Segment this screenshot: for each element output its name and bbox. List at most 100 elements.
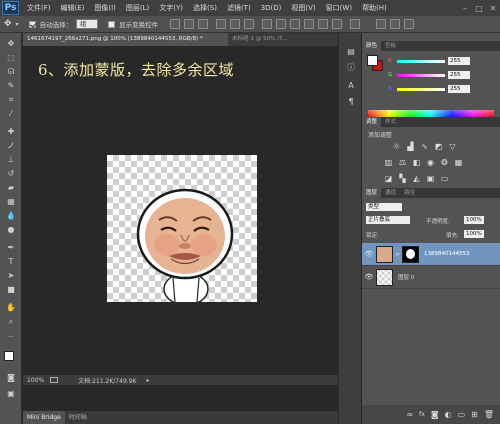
tab-swatches[interactable]: 色板 <box>381 41 400 51</box>
levels-icon[interactable]: ▟ <box>406 142 415 151</box>
brightness-icon[interactable]: ☼ <box>392 142 401 151</box>
distribute-left-icon[interactable] <box>304 19 315 29</box>
threshold-icon[interactable]: ◭ <box>412 174 421 183</box>
tab-channels[interactable]: 通道 <box>381 188 400 198</box>
red-slider[interactable] <box>397 60 445 63</box>
menu-file[interactable]: 文件(F) <box>22 3 56 13</box>
history-panel-icon[interactable]: ▤ <box>346 47 356 57</box>
distribute-vcenter-icon[interactable] <box>276 19 287 29</box>
link-layers-icon[interactable]: ∞ <box>406 410 413 419</box>
pen-tool-icon[interactable]: ✒ <box>6 243 16 253</box>
tab-paths[interactable]: 路径 <box>400 188 419 198</box>
type-tool-icon[interactable]: T <box>6 257 16 267</box>
lasso-tool-icon[interactable]: ᘏ <box>6 67 16 77</box>
layer-mask-thumbnail[interactable] <box>402 245 419 263</box>
layer-name[interactable]: 图层 0 <box>398 273 414 281</box>
blend-mode-dropdown[interactable]: 正片叠底 <box>366 216 410 224</box>
menu-3d[interactable]: 3D(D) <box>256 4 287 12</box>
show-transform-checkbox[interactable] <box>108 20 116 28</box>
auto-align-icon[interactable] <box>350 19 361 29</box>
color-fg-swatch[interactable] <box>367 55 378 66</box>
trash-icon[interactable]: 🗑 <box>484 410 494 419</box>
align-top-icon[interactable] <box>170 19 181 29</box>
properties-panel-icon[interactable]: ⓘ <box>346 63 356 73</box>
screen-mode-icon[interactable]: ▣ <box>6 389 16 399</box>
exposure-icon[interactable]: ◩ <box>434 142 443 151</box>
tab-timeline[interactable]: 时间轴 <box>65 411 91 424</box>
3d-roll-icon[interactable] <box>404 19 415 29</box>
layer-row-selected[interactable]: 👁 ∞ 1389840144553 <box>362 243 500 266</box>
auto-select-target-dropdown[interactable]: 组 <box>76 19 99 29</box>
brush-tool-icon[interactable]: ノ <box>6 141 16 151</box>
selective-color-icon[interactable]: ▣ <box>426 174 435 183</box>
eye-icon[interactable]: 👁 <box>362 273 376 281</box>
new-adjustment-icon[interactable]: ◐ <box>445 410 452 419</box>
eraser-tool-icon[interactable]: ▰ <box>6 183 16 193</box>
layer-filter-dropdown[interactable]: 类型 <box>366 203 402 211</box>
clone-stamp-tool-icon[interactable]: ⊥ <box>6 155 16 165</box>
gradient-map-icon[interactable]: ▭ <box>440 174 449 183</box>
curves-icon[interactable]: ∿ <box>420 142 429 151</box>
menu-view[interactable]: 视图(V) <box>286 3 320 13</box>
align-bottom-icon[interactable] <box>198 19 209 29</box>
status-icon[interactable] <box>50 377 59 383</box>
3d-rotate-icon[interactable] <box>390 19 401 29</box>
green-value-field[interactable]: 255 <box>448 71 470 79</box>
invert-icon[interactable]: ◪ <box>384 174 393 183</box>
distribute-right-icon[interactable] <box>332 19 343 29</box>
layer-row[interactable]: 👁 图层 0 <box>362 266 500 289</box>
menu-edit[interactable]: 编辑(E) <box>56 3 90 13</box>
blue-slider[interactable] <box>397 88 445 91</box>
fx-icon[interactable]: fx <box>419 411 425 418</box>
eye-icon[interactable]: 👁 <box>362 250 376 258</box>
auto-select-checkbox[interactable] <box>28 20 36 28</box>
document-canvas[interactable] <box>107 155 257 306</box>
more-tools-icon[interactable]: ··· <box>6 333 16 343</box>
history-brush-tool-icon[interactable]: ↺ <box>6 169 16 179</box>
menu-image[interactable]: 图像(I) <box>89 3 121 13</box>
tab-active-document[interactable]: 1461674197_266x271.png @ 100% (138984014… <box>23 33 228 46</box>
align-left-icon[interactable] <box>216 19 227 29</box>
photo-filter-icon[interactable]: ◉ <box>426 158 435 167</box>
gradient-tool-icon[interactable]: ▦ <box>6 197 16 207</box>
blue-value-field[interactable]: 255 <box>448 85 470 93</box>
foreground-color-swatch[interactable] <box>4 351 14 361</box>
character-panel-icon[interactable]: A <box>346 81 356 91</box>
opacity-field[interactable]: 100% <box>464 216 484 224</box>
hue-saturation-icon[interactable]: ▥ <box>384 158 393 167</box>
eyedropper-tool-icon[interactable]: ⁄ <box>6 109 16 119</box>
new-layer-icon[interactable]: ⊞ <box>471 410 478 419</box>
color-lookup-icon[interactable]: ▦ <box>454 158 463 167</box>
align-vcenter-icon[interactable] <box>184 19 195 29</box>
move-tool-icon[interactable]: ✥ <box>4 19 12 29</box>
tab-color[interactable]: 颜色 <box>362 41 382 51</box>
status-arrow-icon[interactable]: ▸ <box>146 377 149 384</box>
menu-filter[interactable]: 滤镜(T) <box>222 3 256 13</box>
distribute-top-icon[interactable] <box>262 19 273 29</box>
new-group-icon[interactable]: ▭ <box>458 410 466 419</box>
close-button[interactable]: ✕ <box>486 4 500 13</box>
vibrance-icon[interactable]: ▽ <box>448 142 457 151</box>
channel-mixer-icon[interactable]: ❂ <box>440 158 449 167</box>
black-white-icon[interactable]: ◧ <box>412 158 421 167</box>
path-selection-tool-icon[interactable]: ➤ <box>6 271 16 281</box>
hand-tool-icon[interactable]: ✋ <box>6 303 16 313</box>
blur-tool-icon[interactable]: 💧 <box>6 211 16 221</box>
tab-mini-bridge[interactable]: Mini Bridge <box>23 411 65 424</box>
menu-layer[interactable]: 图层(L) <box>121 3 154 13</box>
tab-styles[interactable]: 样式 <box>381 117 400 127</box>
move-tool-icon[interactable]: ✥ <box>6 39 16 49</box>
minimize-button[interactable]: – <box>458 4 472 13</box>
green-slider[interactable] <box>397 74 445 77</box>
spot-healing-tool-icon[interactable]: ✚ <box>6 127 16 137</box>
layer-name[interactable]: 1389840144553 <box>424 251 470 257</box>
align-right-icon[interactable] <box>244 19 255 29</box>
color-balance-icon[interactable]: ⚖ <box>398 158 407 167</box>
distribute-bottom-icon[interactable] <box>290 19 301 29</box>
paragraph-panel-icon[interactable]: ¶ <box>346 97 356 107</box>
shape-tool-icon[interactable]: ■ <box>6 285 16 295</box>
crop-tool-icon[interactable]: ⌗ <box>6 95 16 105</box>
tool-preset-dropdown-icon[interactable]: ▾ <box>16 21 19 28</box>
fill-field[interactable]: 100% <box>464 230 484 238</box>
posterize-icon[interactable]: ▚ <box>398 174 407 183</box>
